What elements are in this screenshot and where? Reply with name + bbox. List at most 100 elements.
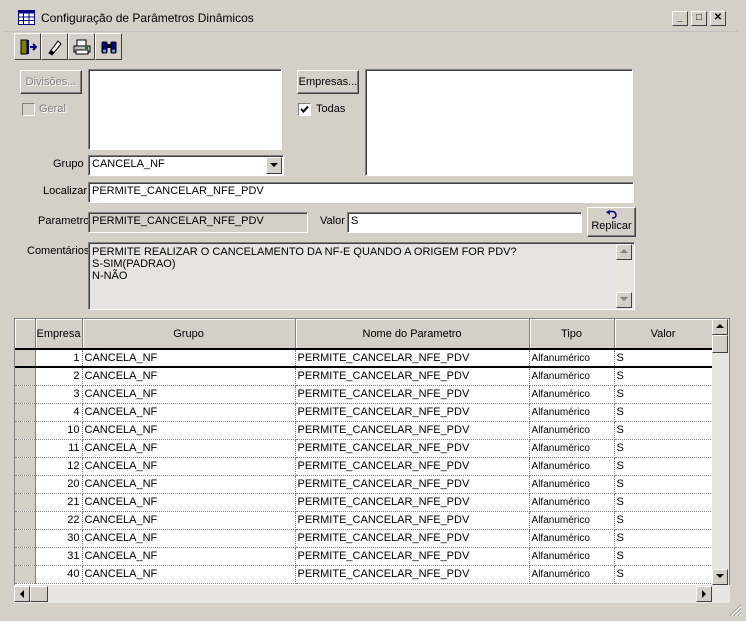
cell-nome-parametro[interactable]: PERMITE_CANCELAR_NFE_PDV [295, 385, 530, 404]
cell-nome-parametro[interactable]: PERMITE_CANCELAR_NFE_PDV [295, 493, 530, 512]
cell-tipo[interactable]: Alfanumérico [529, 547, 615, 566]
cell-grupo[interactable]: CANCELA_NF [82, 421, 296, 440]
cell-nome-parametro[interactable]: PERMITE_CANCELAR_NFE_PDV [295, 529, 530, 548]
cell-valor[interactable]: S [614, 457, 713, 476]
cell-tipo[interactable]: Alfanumérico [529, 421, 615, 440]
grid-scroll-up-button[interactable] [712, 319, 728, 335]
column-header-empresa[interactable]: Empresa [35, 319, 83, 350]
cell-grupo[interactable]: CANCELA_NF [82, 403, 296, 422]
table-row[interactable]: 20 CANCELA_NF PERMITE_CANCELAR_NFE_PDV Alfa… [15, 475, 713, 494]
grid-scroll-down-button[interactable] [712, 569, 728, 585]
geral-checkbox[interactable] [22, 103, 35, 116]
cell-empresa[interactable]: 21 [35, 493, 83, 512]
cell-nome-parametro[interactable]: PERMITE_CANCELAR_NFE_PDV [295, 403, 530, 422]
cell-tipo[interactable]: Alfanumérico [529, 493, 615, 512]
scroll-up-button[interactable] [616, 244, 632, 260]
table-row[interactable]: 3 CANCELA_NF PERMITE_CANCELAR_NFE_PDV Alfan… [15, 385, 713, 404]
clear-button[interactable] [41, 33, 68, 60]
table-row[interactable]: 31 CANCELA_NF PERMITE_CANCELAR_NFE_PDV Alfa… [15, 547, 713, 566]
cell-empresa[interactable]: 12 [35, 457, 83, 476]
cell-tipo[interactable]: Alfanumérico [529, 565, 615, 584]
column-header-valor[interactable]: Valor [614, 319, 713, 350]
scroll-right-button[interactable] [696, 586, 712, 602]
search-button[interactable] [95, 33, 122, 60]
cell-nome-parametro[interactable]: PERMITE_CANCELAR_NFE_PDV [295, 511, 530, 530]
comentarios-textarea[interactable]: PERMITE REALIZAR O CANCELAMENTO DA NF-E … [88, 242, 635, 310]
table-row[interactable]: 21 CANCELA_NF PERMITE_CANCELAR_NFE_PDV Alfa… [15, 493, 713, 512]
table-row[interactable]: 4 CANCELA_NF PERMITE_CANCELAR_NFE_PDV Alfan… [15, 403, 713, 422]
cell-grupo[interactable]: CANCELA_NF [82, 511, 296, 530]
cell-valor[interactable]: S [614, 529, 713, 548]
cell-grupo[interactable]: CANCELA_NF [82, 493, 296, 512]
grid-horizontal-scrollbar[interactable] [14, 585, 730, 603]
divisoes-list[interactable] [88, 69, 282, 150]
column-header-grupo[interactable]: Grupo [82, 319, 296, 350]
cell-empresa[interactable]: 4 [35, 403, 83, 422]
cell-empresa[interactable]: 40 [35, 565, 83, 584]
cell-valor[interactable]: S [614, 511, 713, 530]
cell-tipo[interactable]: Alfanumérico [529, 403, 615, 422]
cell-valor[interactable]: S [614, 547, 713, 566]
cell-empresa[interactable]: 22 [35, 511, 83, 530]
exit-button[interactable] [14, 33, 41, 60]
cell-grupo[interactable]: CANCELA_NF [82, 547, 296, 566]
cell-tipo[interactable]: Alfanumérico [529, 475, 615, 494]
cell-grupo[interactable]: CANCELA_NF [82, 439, 296, 458]
table-row[interactable]: 2 CANCELA_NF PERMITE_CANCELAR_NFE_PDV Alfan… [15, 367, 713, 386]
cell-empresa[interactable]: 30 [35, 529, 83, 548]
close-button[interactable]: ✕ [710, 11, 726, 26]
valor-input[interactable]: S [347, 212, 582, 233]
cell-nome-parametro[interactable]: PERMITE_CANCELAR_NFE_PDV [295, 348, 530, 368]
empresas-button[interactable]: Empresas... [297, 70, 359, 94]
cell-empresa[interactable]: 20 [35, 475, 83, 494]
print-button[interactable] [68, 33, 95, 60]
cell-empresa[interactable]: 3 [35, 385, 83, 404]
todas-checkbox[interactable] [298, 103, 311, 116]
cell-tipo[interactable]: Alfanumérico [529, 457, 615, 476]
table-row[interactable]: 11 CANCELA_NF PERMITE_CANCELAR_NFE_PDV Alfa… [15, 439, 713, 458]
cell-empresa[interactable]: 11 [35, 439, 83, 458]
cell-empresa[interactable]: 1 [35, 348, 83, 368]
parameters-grid[interactable]: Empresa Grupo Nome do Parametro Tipo Val… [14, 318, 730, 586]
empresas-list[interactable] [365, 69, 633, 176]
cell-empresa[interactable]: 10 [35, 421, 83, 440]
cell-grupo[interactable]: CANCELA_NF [82, 475, 296, 494]
table-row[interactable]: 1 CANCELA_NF PERMITE_CANCELAR_NFE_PDV Alfan… [15, 348, 713, 368]
table-row[interactable]: 22 CANCELA_NF PERMITE_CANCELAR_NFE_PDV Alfa… [15, 511, 713, 530]
cell-nome-parametro[interactable]: PERMITE_CANCELAR_NFE_PDV [295, 475, 530, 494]
cell-valor[interactable]: S [614, 439, 713, 458]
cell-empresa[interactable]: 2 [35, 367, 83, 386]
cell-valor[interactable]: S [614, 493, 713, 512]
comentarios-scrollbar[interactable] [616, 244, 633, 308]
cell-grupo[interactable]: CANCELA_NF [82, 529, 296, 548]
cell-nome-parametro[interactable]: PERMITE_CANCELAR_NFE_PDV [295, 565, 530, 584]
cell-tipo[interactable]: Alfanumérico [529, 439, 615, 458]
cell-tipo[interactable]: Alfanumérico [529, 367, 615, 386]
cell-nome-parametro[interactable]: PERMITE_CANCELAR_NFE_PDV [295, 457, 530, 476]
table-row[interactable]: 10 CANCELA_NF PERMITE_CANCELAR_NFE_PDV Alfa… [15, 421, 713, 440]
cell-grupo[interactable]: CANCELA_NF [82, 457, 296, 476]
table-row[interactable]: 30 CANCELA_NF PERMITE_CANCELAR_NFE_PDV Alfa… [15, 529, 713, 548]
cell-empresa[interactable]: 31 [35, 547, 83, 566]
cell-valor[interactable]: S [614, 565, 713, 584]
grupo-select[interactable]: CANCELA_NF [88, 155, 284, 176]
localizar-input[interactable]: PERMITE_CANCELAR_NFE_PDV [88, 182, 634, 203]
cell-valor[interactable]: S [614, 367, 713, 386]
minimize-button[interactable]: _ [672, 11, 688, 26]
cell-tipo[interactable]: Alfanumérico [529, 511, 615, 530]
cell-nome-parametro[interactable]: PERMITE_CANCELAR_NFE_PDV [295, 367, 530, 386]
table-row[interactable]: 40 CANCELA_NF PERMITE_CANCELAR_NFE_PDV Alfa… [15, 565, 713, 584]
cell-tipo[interactable]: Alfanumérico [529, 348, 615, 368]
cell-valor[interactable]: S [614, 403, 713, 422]
cell-nome-parametro[interactable]: PERMITE_CANCELAR_NFE_PDV [295, 421, 530, 440]
table-row[interactable]: 12 CANCELA_NF PERMITE_CANCELAR_NFE_PDV Alfa… [15, 457, 713, 476]
replicar-button[interactable]: Replicar [587, 207, 636, 237]
cell-nome-parametro[interactable]: PERMITE_CANCELAR_NFE_PDV [295, 547, 530, 566]
column-header-nome[interactable]: Nome do Parametro [295, 319, 530, 350]
column-header-tipo[interactable]: Tipo [529, 319, 615, 350]
horizontal-scroll-thumb[interactable] [30, 586, 48, 602]
scroll-down-button[interactable] [616, 292, 632, 308]
divisoes-button[interactable]: Divisões... [20, 70, 82, 94]
cell-valor[interactable]: S [614, 385, 713, 404]
cell-valor[interactable]: S [614, 421, 713, 440]
